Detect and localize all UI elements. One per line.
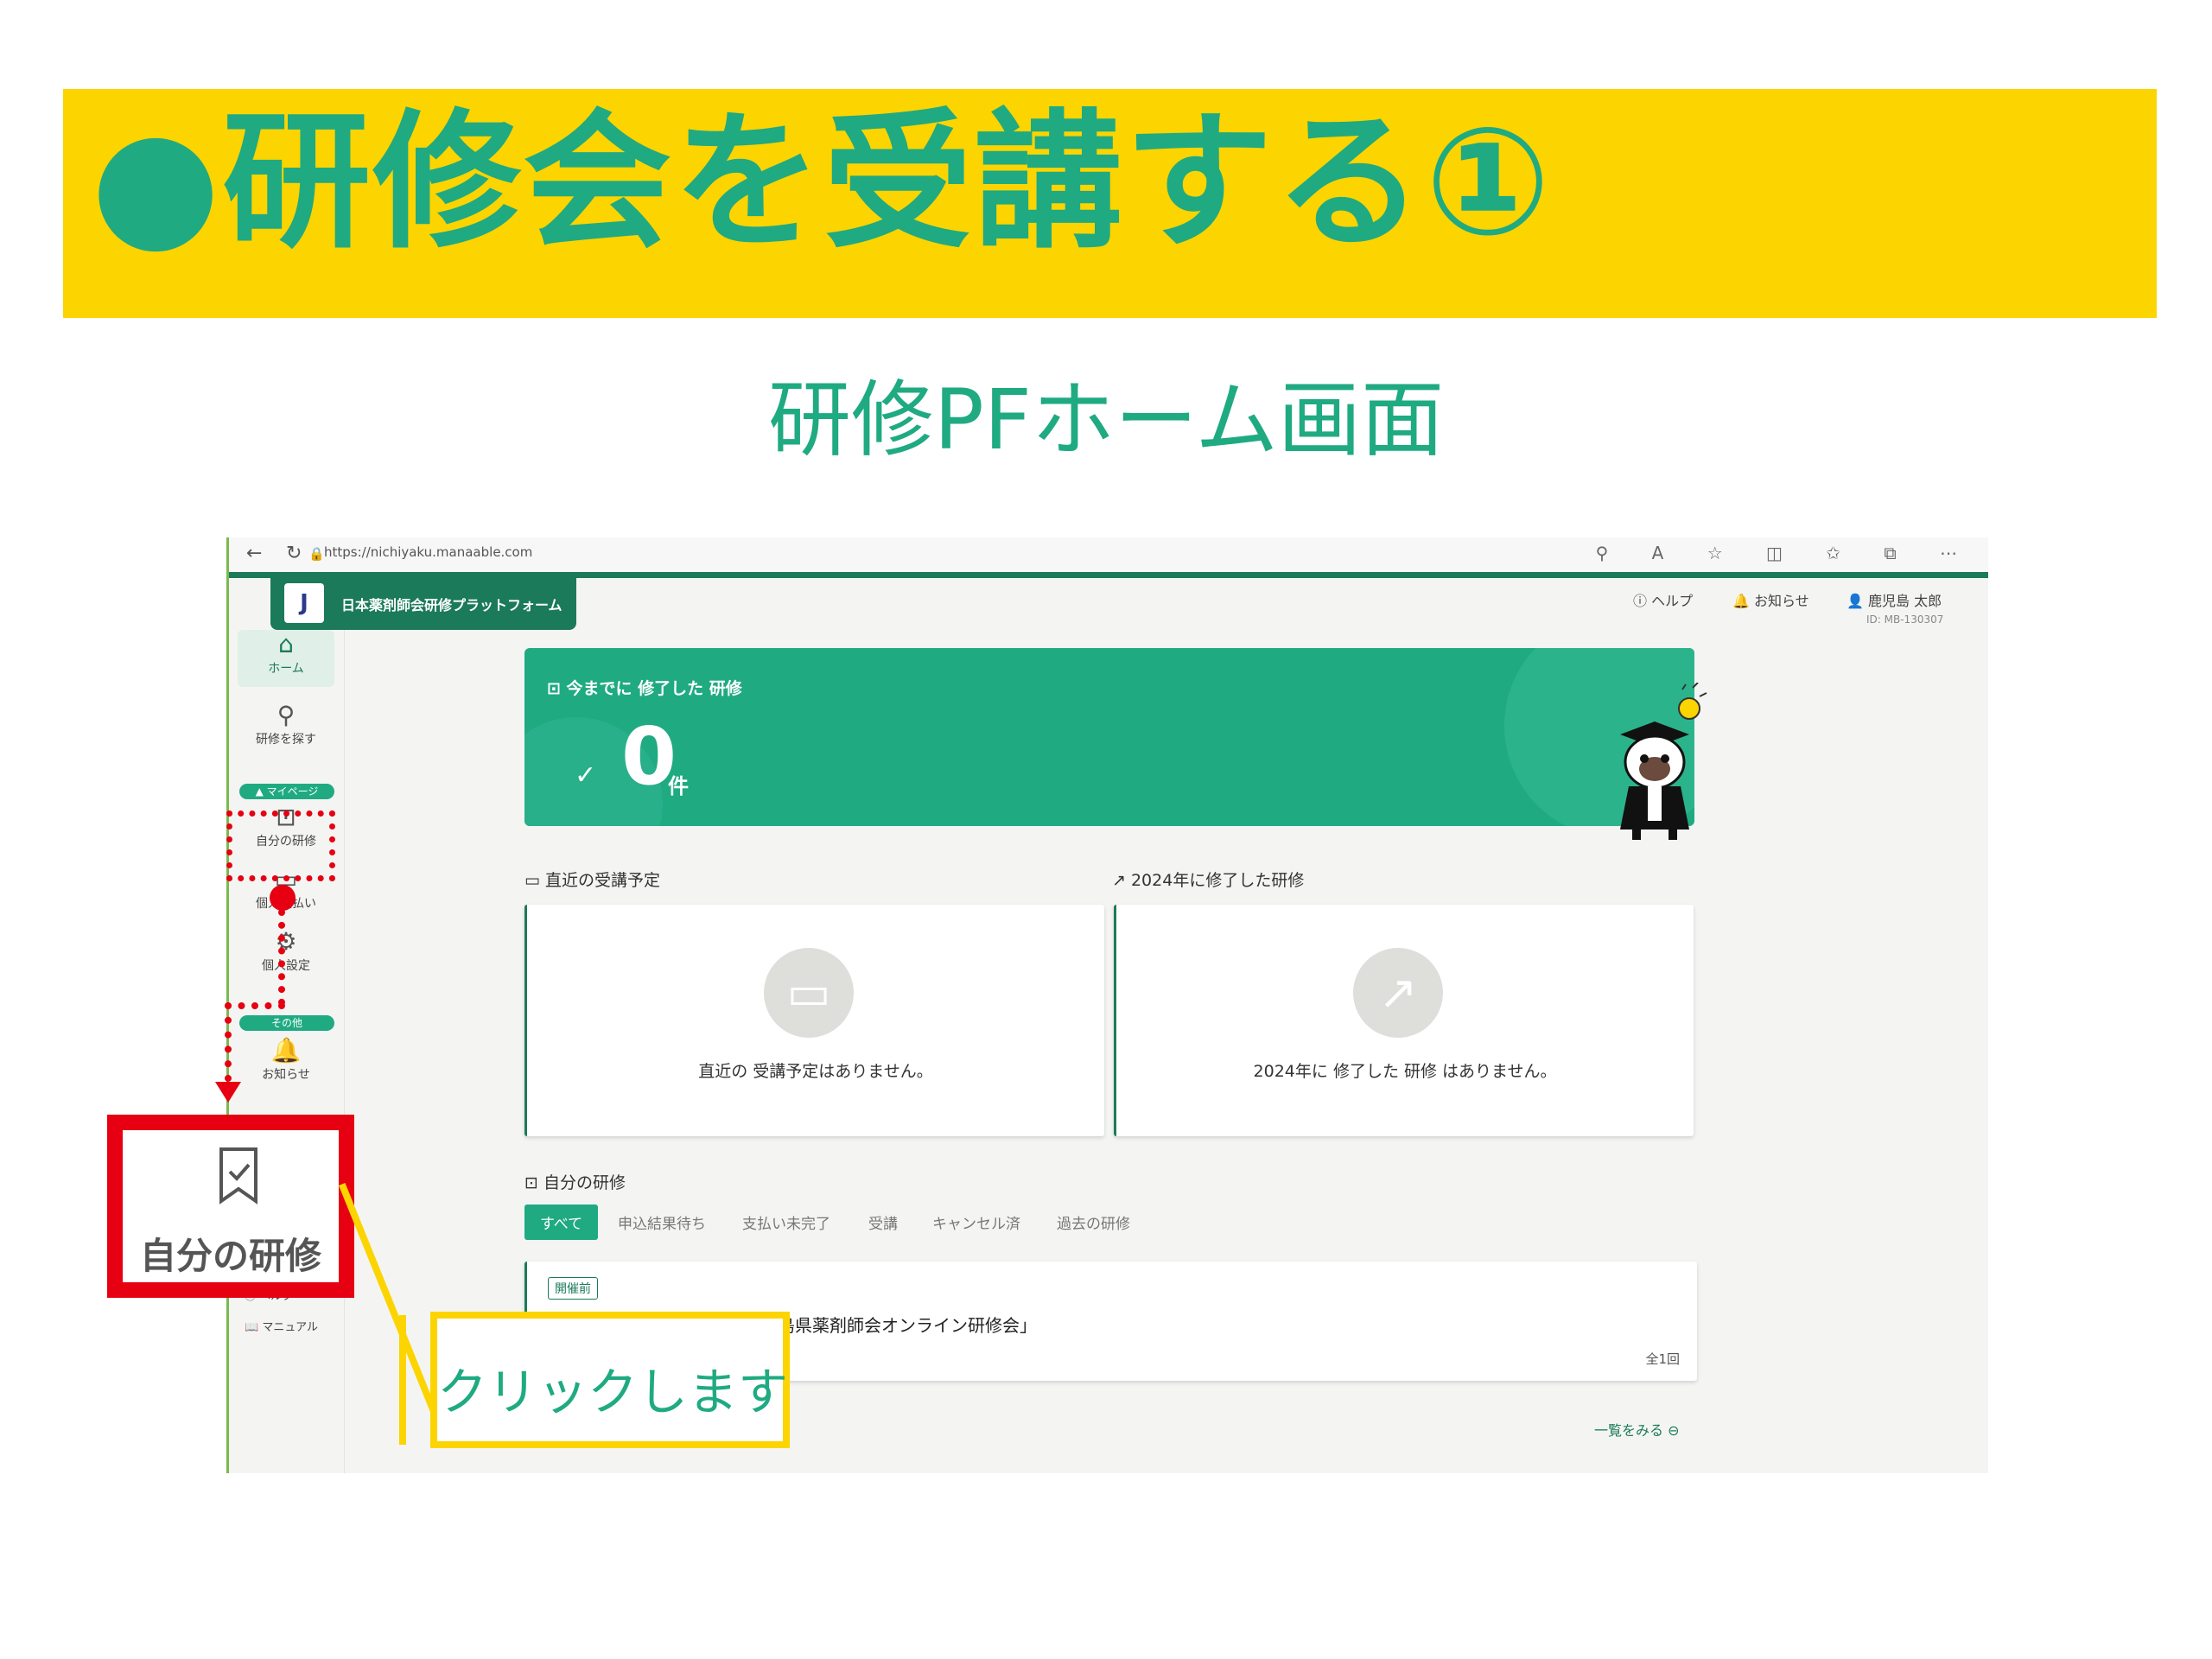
help-link[interactable]: ⓘ ヘルプ — [1633, 589, 1693, 610]
sidebar-item-settings[interactable]: ⚙ 個人設定 — [238, 927, 334, 974]
user-icon: 👤 — [1847, 593, 1864, 609]
session-count: 全1回 — [1645, 1351, 1680, 1367]
user-id: ID: MB-130307 — [1866, 613, 1944, 626]
upcoming-empty-message: 直近の 受講予定はありません。 — [698, 1062, 933, 1081]
calendar-icon: ▭ — [524, 871, 540, 890]
mascot-image — [1620, 683, 1707, 840]
my-training-section-title: ⊡ 自分の研修 — [524, 1173, 626, 1192]
user-menu[interactable]: 👤 鹿児島 太郎 — [1847, 589, 1942, 610]
book-icon: 📖 — [245, 1321, 259, 1334]
back-icon[interactable]: ← — [246, 543, 262, 564]
check-icon: ✓ — [575, 760, 597, 791]
sidebar-item-search[interactable]: ⚲ 研修を探す — [238, 701, 334, 747]
search-icon: ⚲ — [276, 701, 296, 729]
callout-pointer — [399, 1315, 406, 1445]
sidebar-item-notifications[interactable]: 🔔 お知らせ — [238, 1036, 334, 1083]
bookmark-check-icon — [219, 1147, 257, 1205]
tab-all[interactable]: すべて — [524, 1205, 599, 1240]
brand-name: 日本薬剤師会研修プラットフォーム — [341, 597, 563, 613]
reload-icon[interactable]: ↻ — [286, 543, 302, 564]
dotted-connector — [225, 1002, 232, 1082]
trend-icon: ↗ — [1112, 871, 1126, 890]
top-accent-line — [229, 572, 1988, 578]
completed-count-unit: 件 — [668, 774, 689, 798]
other-section-pill: その他 — [239, 1015, 334, 1031]
tab-payment-incomplete[interactable]: 支払い未完了 — [742, 1211, 830, 1233]
lock-icon: 🔒 — [308, 546, 325, 562]
browser-toolbar: ← ↻ 🔒 https://nichiyaku.manaable.com ⚲ A… — [229, 537, 1988, 573]
browser-actions-icon[interactable]: ⚲ A ☆ ◫ ✩ ⧉ ⋯ — [1596, 543, 1976, 563]
upcoming-section-title: ▭ 直近の受講予定 — [524, 871, 661, 890]
see-all-link[interactable]: 一覧をみる ⊖ — [1594, 1419, 1680, 1440]
address-bar[interactable]: https://nichiyaku.manaable.com — [324, 544, 532, 560]
page-subtitle: 研修PFホーム画面 — [767, 372, 1445, 468]
arrow-down-icon — [215, 1082, 241, 1103]
highlight-dotted-box — [226, 810, 335, 881]
completed-empty-message: 2024年に 修了した 研修 はありません。 — [1253, 1062, 1557, 1081]
bookmark-icon: ⊡ — [524, 1173, 538, 1192]
tab-awaiting-result[interactable]: 申込結果待ち — [618, 1211, 706, 1233]
completed-card: ↗ 2024年に 修了した 研修 はありません。 — [1114, 905, 1694, 1136]
bell-icon: 🔔 — [270, 1036, 302, 1065]
zoomed-label: 自分の研修 — [139, 1235, 321, 1277]
dotted-connector — [225, 1002, 285, 1009]
help-icon: ⓘ — [1633, 593, 1648, 609]
page-title: ●研修会を受講する① — [91, 95, 1553, 269]
logo-icon: J — [284, 583, 324, 623]
tab-attending[interactable]: 受講 — [868, 1211, 898, 1233]
zoomed-my-training-button: 自分の研修 — [107, 1115, 354, 1298]
tab-cancelled[interactable]: キャンセル済 — [932, 1211, 1020, 1233]
upcoming-card: ▭ 直近の 受講予定はありません。 — [524, 905, 1104, 1136]
completed-count-label: ⊡ 今までに 修了した 研修 — [547, 679, 742, 698]
trend-chart-icon: ↗ — [1353, 948, 1443, 1038]
completed-count-card: ⊡ 今までに 修了した 研修 ✓ 0 件 — [524, 648, 1694, 826]
bell-icon: 🔔 — [1732, 593, 1750, 609]
sidebar-item-home[interactable]: ⌂ ホーム — [238, 630, 334, 687]
notifications-link[interactable]: 🔔 お知らせ — [1732, 589, 1809, 610]
completed-section-title: ↗ 2024年に修了した研修 — [1112, 871, 1305, 890]
callout-box: クリックします — [430, 1312, 790, 1448]
red-marker-dot — [270, 885, 296, 911]
bookmark-icon: ⊡ — [547, 679, 561, 698]
brand-header[interactable]: J 日本薬剤師会研修プラットフォーム — [270, 578, 576, 630]
calendar-icon: ▭ — [764, 948, 854, 1038]
callout-text: クリックします — [437, 1363, 789, 1421]
user-settings-icon: ⚙ — [275, 927, 297, 956]
sidebar-item-manual[interactable]: 📖 マニュアル — [245, 1318, 341, 1334]
status-badge: 開催前 — [548, 1277, 598, 1300]
sidebar: ⌂ ホーム ⚲ 研修を探す ▲ マイページ ⊡ 自分の研修 ▭ 個人支払い ⚙ … — [229, 630, 345, 1473]
dotted-connector — [278, 909, 285, 1006]
tab-past[interactable]: 過去の研修 — [1057, 1211, 1130, 1233]
home-icon: ⌂ — [278, 630, 294, 658]
mypage-section-pill[interactable]: ▲ マイページ — [239, 784, 334, 799]
